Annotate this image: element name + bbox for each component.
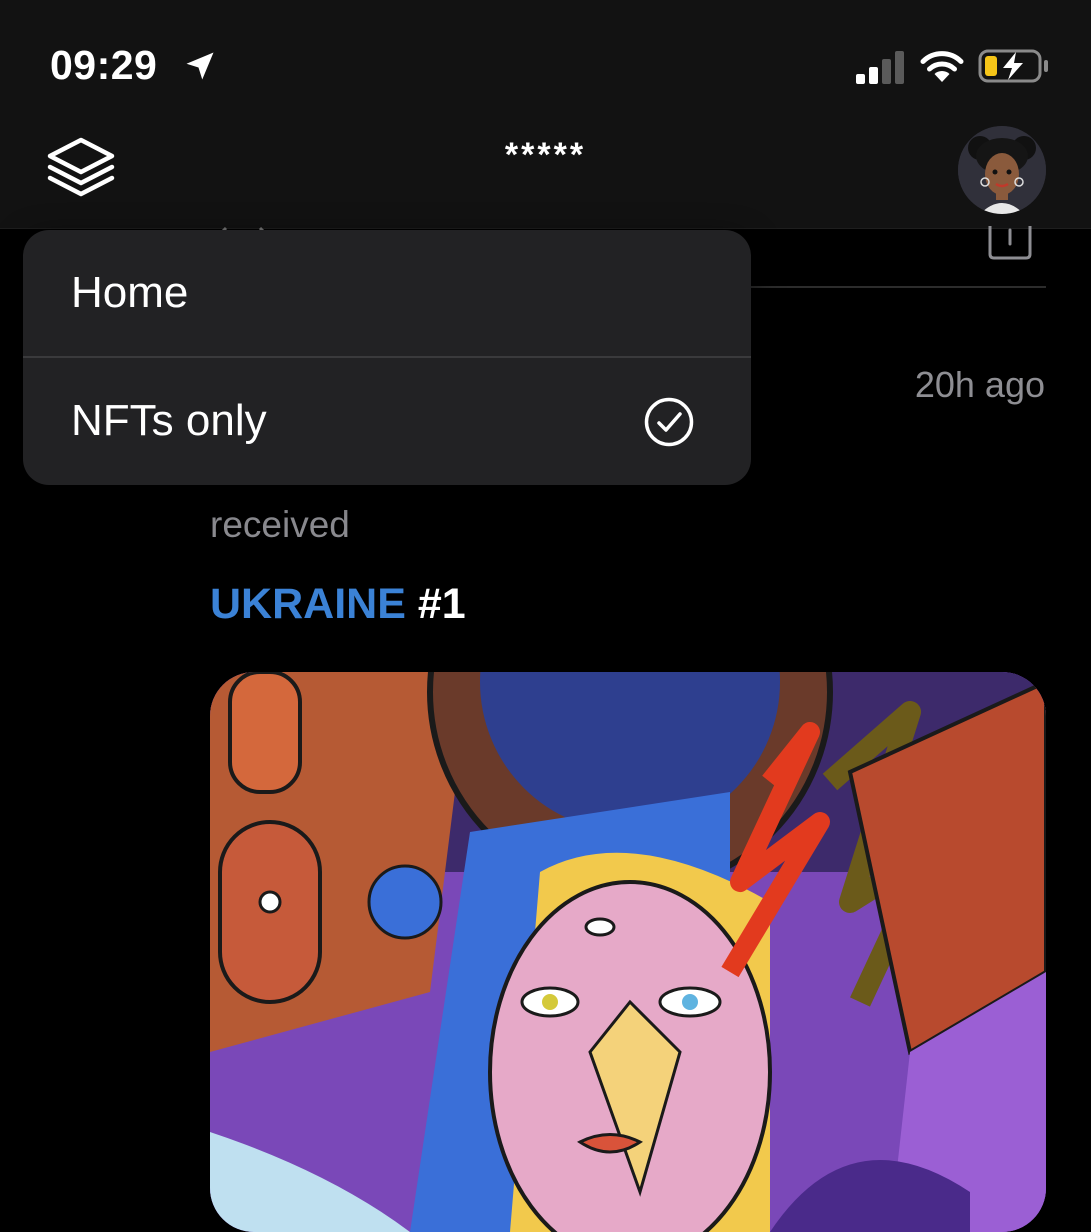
share-icon[interactable] xyxy=(986,226,1034,260)
page-title: ***** xyxy=(504,136,587,174)
checkmark-circle-icon xyxy=(644,397,694,447)
menu-item-nfts-only[interactable]: NFTs only xyxy=(23,358,751,484)
filter-menu: Home NFTs only xyxy=(23,230,751,485)
menu-item-label: NFTs only xyxy=(71,396,267,445)
cellular-signal-icon xyxy=(856,51,904,84)
battery-charging-icon xyxy=(978,49,1048,83)
nav-bar: ***** xyxy=(0,110,1091,229)
nft-artwork-illustration xyxy=(210,672,1046,1232)
avatar-portrait xyxy=(958,126,1046,214)
post-timestamp: 20h ago xyxy=(914,364,1045,405)
status-bar: 09:29 xyxy=(0,0,1091,110)
menu-item-home[interactable]: Home xyxy=(23,230,751,356)
divider xyxy=(740,286,1046,288)
nft-artwork-image[interactable] xyxy=(210,672,1046,1232)
avatar[interactable] xyxy=(958,126,1046,214)
activity-label: received xyxy=(210,504,350,545)
nft-collection-name[interactable]: UKRAINE xyxy=(210,580,406,628)
wifi-icon xyxy=(920,51,964,82)
nft-token-number: #1 xyxy=(417,580,466,628)
nft-title[interactable]: UKRAINE #1 xyxy=(210,580,466,629)
status-time: 09:29 xyxy=(50,42,158,88)
location-arrow-icon xyxy=(186,52,214,80)
menu-item-label: Home xyxy=(71,268,189,317)
